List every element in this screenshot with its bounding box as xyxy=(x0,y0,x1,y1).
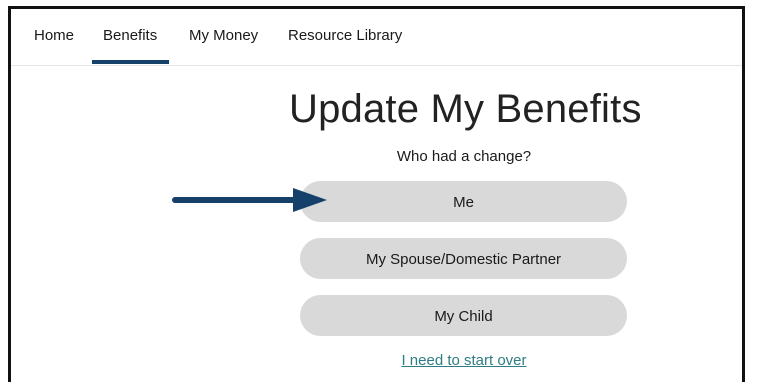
page-frame: Home Benefits My Money Resource Library … xyxy=(8,6,745,382)
my-child-button[interactable]: My Child xyxy=(300,295,627,336)
nav-item-benefits[interactable]: Benefits xyxy=(91,27,170,64)
start-over-link[interactable]: I need to start over xyxy=(299,352,629,369)
pointer-arrow-icon xyxy=(172,188,327,212)
page-title: Update My Benefits xyxy=(289,87,642,131)
spouse-partner-button[interactable]: My Spouse/Domestic Partner xyxy=(300,238,627,279)
nav-item-home[interactable]: Home xyxy=(34,27,74,44)
top-nav: Home Benefits My Money Resource Library xyxy=(11,9,742,66)
nav-item-my-money[interactable]: My Money xyxy=(189,27,258,44)
change-prompt: Who had a change? xyxy=(396,148,532,165)
me-button[interactable]: Me xyxy=(300,181,627,222)
nav-item-resource-library[interactable]: Resource Library xyxy=(288,27,402,44)
